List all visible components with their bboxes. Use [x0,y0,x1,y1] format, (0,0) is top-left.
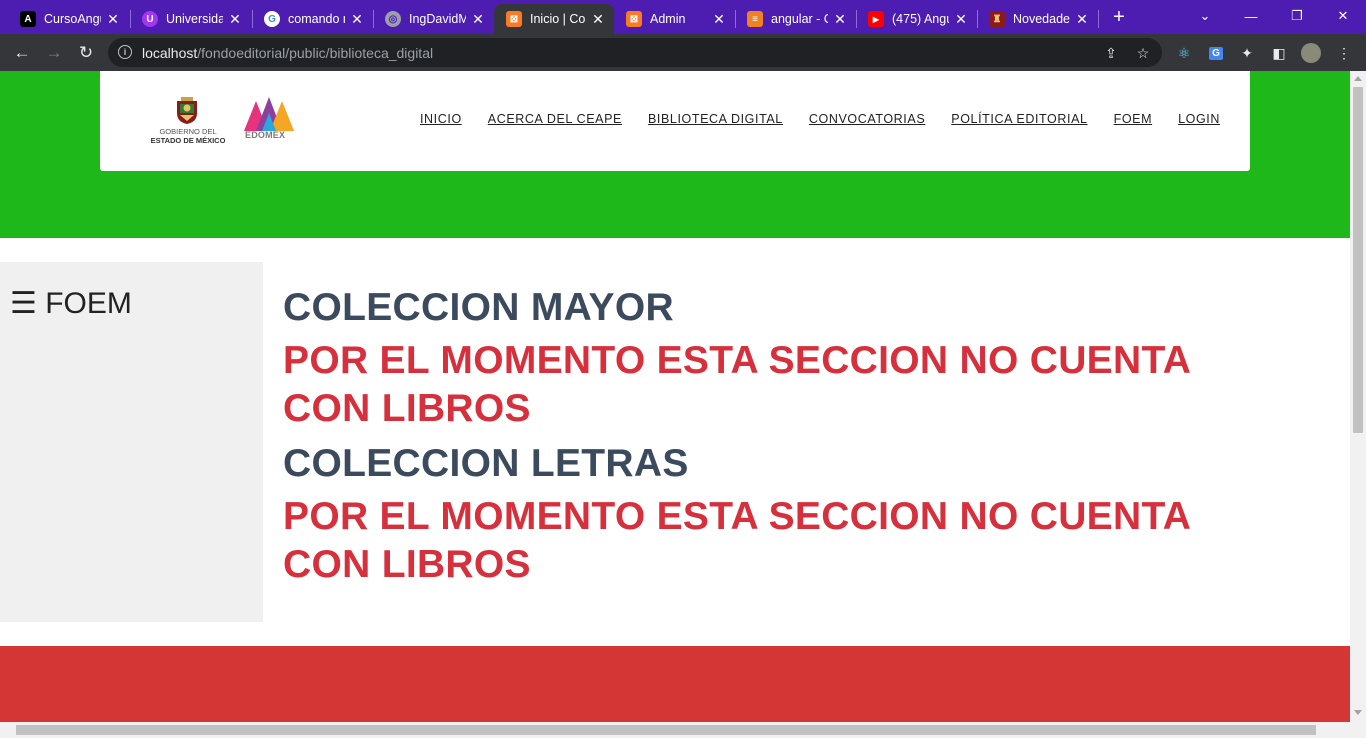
vertical-scrollbar[interactable] [1350,71,1366,722]
xampp-icon: ⊠ [626,11,642,27]
react-devtools-icon[interactable]: ⚛ [1173,42,1195,64]
nav-convocatorias[interactable]: CONVOCATORIAS [809,112,925,126]
back-button[interactable]: ← [9,40,35,66]
tab-title: comando n [288,12,345,26]
coat-of-arms-icon [177,97,197,124]
section-heading: COLECCION LETRAS [283,442,689,485]
close-icon[interactable]: ✕ [1074,11,1090,27]
share-icon[interactable]: ⇪ [1101,43,1121,63]
tab-title: Admin [650,12,686,26]
close-icon[interactable]: ✕ [832,11,848,27]
tab-title: (475) Angu [892,12,949,26]
page-viewport: GOBIERNO DEL ESTADO DE MÉXICO EDOMEX INI… [0,71,1350,722]
browser-tab[interactable]: ≡ angular - C ✕ [735,4,856,34]
gobierno-edomex-logo[interactable]: GOBIERNO DEL ESTADO DE MÉXICO [144,97,232,149]
browser-tab[interactable]: U Universida ✕ [130,4,251,34]
forward-button[interactable]: → [41,40,67,66]
stackoverflow-icon: ≡ [747,11,763,27]
horizontal-scrollbar[interactable] [0,722,1366,738]
logo-text-line2: ESTADO DE MÉXICO [150,136,226,145]
tab-title: CursoAngu [44,12,101,26]
side-panel-icon[interactable]: ◧ [1268,42,1290,64]
url-path: /fondoeditorial/public/biblioteca_digita… [197,45,434,61]
edomex-logo[interactable]: EDOMEX [244,97,296,149]
bookmark-star-icon[interactable]: ☆ [1133,43,1153,63]
nav-biblioteca-digital[interactable]: BIBLIOTECA DIGITAL [648,112,783,126]
edomex-icon: ♜ [989,11,1005,27]
tab-title: angular - C [771,12,828,26]
youtube-icon: ▶ [868,11,884,27]
browser-tab[interactable]: G comando n ✕ [252,4,373,34]
browser-tab-strip: A CursoAngu ✕ U Universida ✕ G comando n… [0,0,1366,34]
edomex-mountains-icon [244,97,294,131]
browser-tab[interactable]: A CursoAngu ✕ [8,4,129,34]
main-content: COLECCION MAYOR POR EL MOMENTO ESTA SECC… [283,285,1283,597]
browser-tab[interactable]: ▶ (475) Angu ✕ [856,4,977,34]
close-icon[interactable]: ✕ [349,11,365,27]
close-window-button[interactable]: ✕ [1320,0,1366,32]
profile-avatar[interactable] [1300,42,1322,64]
browser-tab[interactable]: ⊠ Admin ✕ [614,4,735,34]
edomex-wordmark: EDOMEX [245,130,286,140]
close-icon[interactable]: ✕ [227,11,243,27]
nav-acerca-del-ceape[interactable]: ACERCA DEL CEAPE [488,112,622,126]
browser-toolbar: ← → ↻ i localhost/fondoeditorial/public/… [0,34,1366,71]
udemy-icon: U [142,11,158,27]
tab-title: Inicio | Con [530,12,586,26]
empty-section-message: POR EL MOMENTO ESTA SECCION NO CUENTA CO… [283,495,1190,586]
nav-login[interactable]: LOGIN [1178,112,1220,126]
angular-icon: A [20,11,36,27]
sidebar: ☰ FOEM [0,262,263,622]
google-icon: G [264,11,280,27]
maximize-button[interactable]: ❐ [1274,0,1320,32]
tab-search-button[interactable]: ⌄ [1182,0,1228,32]
nav-inicio[interactable]: INICIO [420,112,462,126]
nav-foem[interactable]: FOEM [1114,112,1153,126]
nav-politica-editorial[interactable]: POLÍTICA EDITORIAL [951,112,1087,126]
browser-tab[interactable]: ◎ IngDavidM ✕ [373,4,494,34]
sidebar-menu-toggle[interactable]: ☰ FOEM [10,286,132,321]
scroll-down-arrow[interactable] [1354,710,1362,715]
logo-text-line1: GOBIERNO DEL [159,127,217,136]
site-header: GOBIERNO DEL ESTADO DE MÉXICO EDOMEX INI… [100,71,1250,171]
globe-icon: ◎ [385,11,401,27]
empty-section-message: POR EL MOMENTO ESTA SECCION NO CUENTA CO… [283,339,1190,430]
xampp-icon: ⊠ [506,11,522,27]
section-heading: COLECCION MAYOR [283,286,674,329]
new-tab-button[interactable]: + [1108,6,1130,28]
info-icon[interactable]: i [118,45,132,59]
horizontal-scroll-thumb[interactable] [16,725,1316,735]
main-navigation: INICIO ACERCA DEL CEAPE BIBLIOTECA DIGIT… [420,112,1220,126]
close-icon[interactable]: ✕ [711,11,727,27]
extensions-icon[interactable]: ✦ [1236,42,1258,64]
browser-tab-active[interactable]: ⊠ Inicio | Con ✕ [494,4,614,34]
tab-title: IngDavidM [409,12,466,26]
browser-tab[interactable]: ♜ Novedade ✕ [977,4,1098,34]
scroll-up-arrow[interactable] [1354,76,1362,81]
minimize-button[interactable]: — [1228,0,1274,32]
close-icon[interactable]: ✕ [470,11,486,27]
url-host: localhost [142,45,198,61]
footer-red-band [0,646,1350,722]
menu-kebab-icon[interactable]: ⋮ [1333,42,1355,64]
vertical-scroll-thumb[interactable] [1353,87,1363,433]
reload-button[interactable]: ↻ [73,40,99,66]
url-text[interactable]: localhost/fondoeditorial/public/bibliote… [142,45,433,61]
address-bar[interactable]: i localhost/fondoeditorial/public/biblio… [108,38,1162,67]
tab-title: Novedade [1013,12,1070,26]
close-icon[interactable]: ✕ [105,11,121,27]
translate-icon[interactable]: G [1205,42,1227,64]
close-icon[interactable]: ✕ [953,11,969,27]
tab-title: Universida [166,12,223,26]
close-icon[interactable]: ✕ [590,11,606,27]
